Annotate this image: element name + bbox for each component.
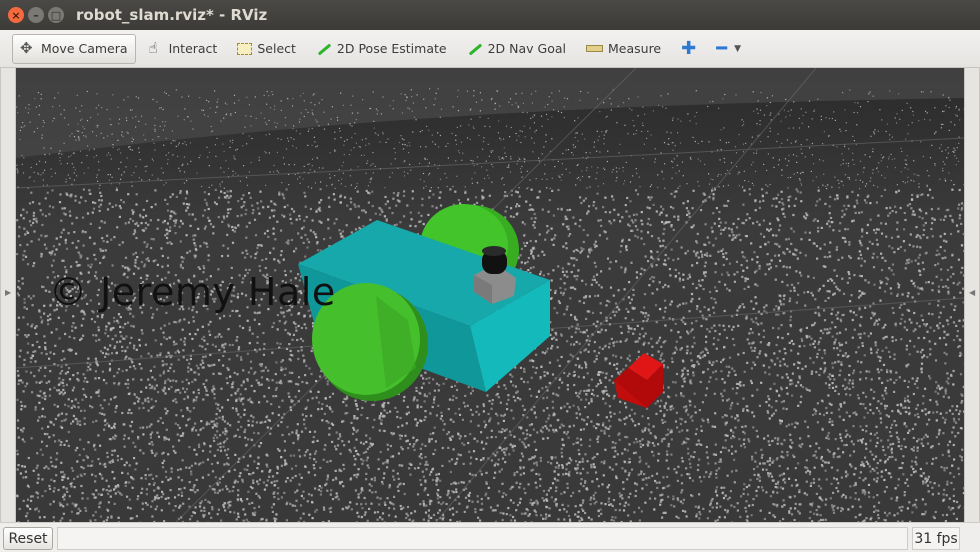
expand-left-icon: ▶ bbox=[5, 288, 12, 297]
select-tool[interactable]: Select bbox=[229, 34, 304, 64]
move-camera-label: Move Camera bbox=[41, 41, 128, 56]
pose-estimate-tool[interactable]: 2D Pose Estimate bbox=[308, 34, 455, 64]
hand-icon bbox=[148, 39, 164, 57]
minimize-window-button[interactable]: – bbox=[28, 7, 44, 23]
select-label: Select bbox=[257, 41, 296, 56]
left-panel-splitter[interactable]: ▶ bbox=[0, 68, 16, 522]
add-tool-button[interactable]: ✚ bbox=[673, 34, 704, 64]
nav-goal-label: 2D Nav Goal bbox=[487, 41, 566, 56]
sensor-cap bbox=[482, 246, 506, 256]
pose-estimate-label: 2D Pose Estimate bbox=[336, 41, 447, 56]
ruler-icon bbox=[586, 45, 603, 52]
render-viewport[interactable]: © Jeremy Hale bbox=[16, 68, 964, 522]
move-camera-tool[interactable]: Move Camera bbox=[12, 33, 136, 64]
minus-icon: ━ bbox=[716, 38, 728, 59]
status-bar: Reset 31 fps bbox=[0, 522, 980, 552]
tool-toolbar: Move Camera Interact Select 2D Pose Esti… bbox=[0, 30, 980, 68]
plus-icon: ✚ bbox=[681, 38, 697, 59]
expand-right-icon: ◀ bbox=[969, 288, 976, 297]
title-bar: × – □ robot_slam.rviz* - RViz bbox=[0, 0, 980, 30]
fps-display: 31 fps bbox=[912, 527, 960, 550]
window-controls: × – □ bbox=[8, 7, 64, 23]
select-icon bbox=[237, 42, 253, 55]
status-message bbox=[57, 527, 908, 550]
nav-goal-tool[interactable]: 2D Nav Goal bbox=[459, 34, 574, 64]
remove-tool-button[interactable]: ━ ▼ bbox=[708, 34, 749, 64]
chevron-down-icon: ▼ bbox=[734, 43, 741, 54]
green-arrow-icon bbox=[316, 41, 332, 57]
measure-label: Measure bbox=[608, 41, 662, 56]
close-window-button[interactable]: × bbox=[8, 7, 24, 23]
watermark-text: © Jeremy Hale bbox=[49, 270, 336, 314]
green-arrow-icon bbox=[467, 41, 483, 57]
interact-tool[interactable]: Interact bbox=[140, 34, 226, 64]
right-panel-splitter[interactable]: ◀ bbox=[964, 68, 980, 522]
reset-button[interactable]: Reset bbox=[3, 527, 53, 550]
measure-tool[interactable]: Measure bbox=[578, 34, 669, 64]
window-title: robot_slam.rviz* - RViz bbox=[76, 6, 268, 24]
interact-label: Interact bbox=[168, 41, 218, 56]
maximize-window-button[interactable]: □ bbox=[48, 7, 64, 23]
move-camera-icon bbox=[20, 39, 36, 57]
